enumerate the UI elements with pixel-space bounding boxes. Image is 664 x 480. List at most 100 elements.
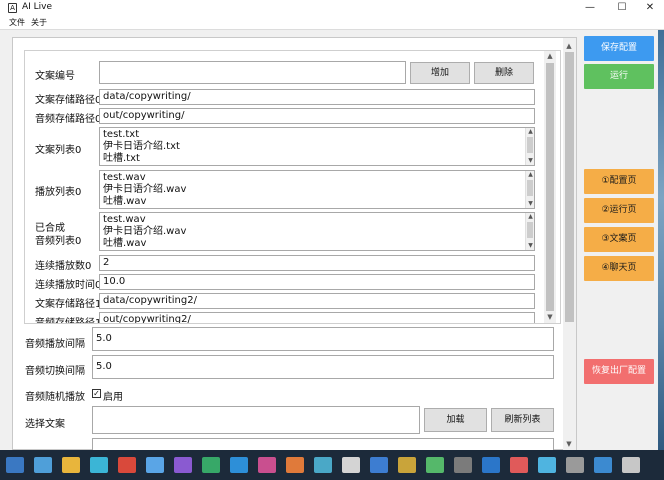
copy-list0-label: 文案列表0 bbox=[35, 145, 82, 156]
random-play-checkbox[interactable]: ✓ bbox=[92, 389, 101, 398]
taskbar-app-icon[interactable] bbox=[454, 457, 472, 473]
taskbar-app-icon[interactable] bbox=[566, 457, 584, 473]
load-button[interactable]: 加载 bbox=[424, 408, 487, 432]
add-button[interactable]: 增加 bbox=[410, 62, 470, 84]
list-item[interactable]: test.txt bbox=[103, 129, 531, 141]
scroll-up-arrow-icon[interactable]: ▲ bbox=[545, 52, 555, 60]
scroll-thumb[interactable] bbox=[527, 180, 533, 196]
menu-about[interactable]: 关于 bbox=[31, 17, 47, 28]
taskbar-app-icon[interactable] bbox=[538, 457, 556, 473]
scroll-down-arrow-icon[interactable]: ▼ bbox=[526, 200, 534, 208]
inner-scrollbar[interactable]: ▲ ▼ bbox=[544, 51, 556, 323]
taskbar-app-icon[interactable] bbox=[622, 457, 640, 473]
run-button[interactable]: 运行 bbox=[584, 64, 654, 89]
listbox-scrollbar[interactable]: ▲ ▼ bbox=[525, 171, 534, 208]
taskbar-app-icon[interactable] bbox=[202, 457, 220, 473]
audio-interval-input[interactable]: 5.0 bbox=[92, 327, 554, 351]
close-button[interactable]: ✕ bbox=[636, 0, 664, 16]
continuous-time0-input[interactable]: 10.0 bbox=[99, 274, 535, 290]
save-config-button[interactable]: 保存配置 bbox=[584, 36, 654, 61]
copy-page-button[interactable]: ③文案页 bbox=[584, 227, 654, 252]
taskbar-app-icon[interactable] bbox=[62, 457, 80, 473]
scroll-up-arrow-icon[interactable]: ▲ bbox=[526, 171, 534, 179]
taskbar-app-icon[interactable] bbox=[174, 457, 192, 473]
copy-list0-listbox[interactable]: test.txt 伊卡日语介绍.txt 吐槽.txt ▲ ▼ bbox=[99, 127, 535, 166]
list-item[interactable]: test.wav bbox=[103, 172, 531, 184]
desktop-background bbox=[658, 30, 664, 450]
scroll-down-arrow-icon[interactable]: ▼ bbox=[526, 157, 534, 165]
maximize-button[interactable]: ☐ bbox=[606, 0, 638, 16]
select-copy-label: 选择文案 bbox=[25, 419, 65, 430]
scroll-down-arrow-icon[interactable]: ▼ bbox=[526, 242, 534, 250]
taskbar-app-icon[interactable] bbox=[510, 457, 528, 473]
listbox-scrollbar[interactable]: ▲ ▼ bbox=[525, 128, 534, 165]
scroll-thumb[interactable] bbox=[565, 52, 574, 322]
list-item[interactable]: 吐槽.txt bbox=[103, 153, 531, 165]
taskbar-app-icon[interactable] bbox=[482, 457, 500, 473]
list-item[interactable]: 吐槽.wav bbox=[103, 238, 531, 250]
factory-reset-button[interactable]: 恢复出厂配置 bbox=[584, 359, 654, 384]
config-page-button[interactable]: ①配置页 bbox=[584, 169, 654, 194]
taskbar-app-icon[interactable] bbox=[426, 457, 444, 473]
copy-id-label: 文案编号 bbox=[35, 71, 75, 82]
copy-id-input[interactable] bbox=[99, 61, 406, 84]
taskbar-app-icon[interactable] bbox=[370, 457, 388, 473]
list-item[interactable]: 伊卡日语介绍.wav bbox=[103, 226, 531, 238]
copy-content-textarea[interactable] bbox=[92, 438, 554, 450]
taskbar-app-icon[interactable] bbox=[34, 457, 52, 473]
scroll-down-arrow-icon[interactable]: ▼ bbox=[545, 313, 555, 321]
list-item[interactable]: 伊卡日语介绍.wav bbox=[103, 184, 531, 196]
refresh-list-button[interactable]: 刷新列表 bbox=[491, 408, 554, 432]
continuous-count0-label: 连续播放数0 bbox=[35, 261, 92, 272]
scroll-up-arrow-icon[interactable]: ▲ bbox=[526, 213, 534, 221]
select-copy-input[interactable] bbox=[92, 406, 420, 434]
listbox-scrollbar[interactable]: ▲ ▼ bbox=[525, 213, 534, 250]
taskbar-app-icon[interactable] bbox=[6, 457, 24, 473]
random-play-label: 音频随机播放 bbox=[25, 392, 85, 403]
audio-switch-label: 音频切换间隔 bbox=[25, 366, 85, 377]
taskbar-app-icon[interactable] bbox=[594, 457, 612, 473]
taskbar-app-icon[interactable] bbox=[90, 457, 108, 473]
copy-path1-label: 文案存储路径1 bbox=[35, 299, 102, 310]
minimize-button[interactable]: — bbox=[574, 0, 606, 16]
audio-interval-label: 音频播放间隔 bbox=[25, 339, 85, 350]
run-page-button[interactable]: ②运行页 bbox=[584, 198, 654, 223]
taskbar-app-icon[interactable] bbox=[118, 457, 136, 473]
list-item[interactable]: test.wav bbox=[103, 214, 531, 226]
scroll-up-arrow-icon[interactable]: ▲ bbox=[526, 128, 534, 136]
audio-path1-label: 音频存储路径1 bbox=[35, 314, 101, 323]
copy-path1-input[interactable]: data/copywriting2/ bbox=[99, 293, 535, 309]
copy-path0-label: 文案存储路径0 bbox=[35, 95, 102, 106]
list-item[interactable]: 吐槽.wav bbox=[103, 196, 531, 208]
scroll-up-arrow-icon[interactable]: ▲ bbox=[564, 42, 574, 50]
random-play-enable-label: 启用 bbox=[103, 392, 123, 403]
continuous-count0-input[interactable]: 2 bbox=[99, 255, 535, 271]
taskbar-app-icon[interactable] bbox=[258, 457, 276, 473]
app-icon: A bbox=[8, 3, 17, 13]
menu-file[interactable]: 文件 bbox=[9, 17, 25, 28]
scroll-down-arrow-icon[interactable]: ▼ bbox=[564, 440, 574, 448]
taskbar-app-icon[interactable] bbox=[146, 457, 164, 473]
taskbar-app-icon[interactable] bbox=[342, 457, 360, 473]
play-list0-label: 播放列表0 bbox=[35, 187, 82, 198]
scroll-thumb[interactable] bbox=[527, 137, 533, 153]
synth-list0-listbox[interactable]: test.wav 伊卡日语介绍.wav 吐槽.wav ▲ ▼ bbox=[99, 212, 535, 251]
scroll-thumb[interactable] bbox=[527, 222, 533, 238]
audio-path0-input[interactable]: out/copywriting/ bbox=[99, 108, 535, 124]
copy-path0-input[interactable]: data/copywriting/ bbox=[99, 89, 535, 105]
audio-path1-input[interactable]: out/copywriting2/ bbox=[99, 312, 535, 323]
chat-page-button[interactable]: ④聊天页 bbox=[584, 256, 654, 281]
taskbar-app-icon[interactable] bbox=[398, 457, 416, 473]
delete-button[interactable]: 删除 bbox=[474, 62, 534, 84]
list-item[interactable]: 伊卡日语介绍.txt bbox=[103, 141, 531, 153]
main-scrollbar[interactable]: ▲ ▼ bbox=[563, 38, 576, 450]
taskbar-app-icon[interactable] bbox=[286, 457, 304, 473]
audio-path0-label: 音频存储路径0 bbox=[35, 114, 102, 125]
title-bar: A AI Live — ☐ ✕ bbox=[0, 0, 664, 16]
taskbar-app-icon[interactable] bbox=[314, 457, 332, 473]
menu-bar: 文件 关于 bbox=[0, 16, 664, 30]
scroll-thumb[interactable] bbox=[546, 63, 554, 311]
play-list0-listbox[interactable]: test.wav 伊卡日语介绍.wav 吐槽.wav ▲ ▼ bbox=[99, 170, 535, 209]
audio-switch-input[interactable]: 5.0 bbox=[92, 355, 554, 379]
taskbar-app-icon[interactable] bbox=[230, 457, 248, 473]
